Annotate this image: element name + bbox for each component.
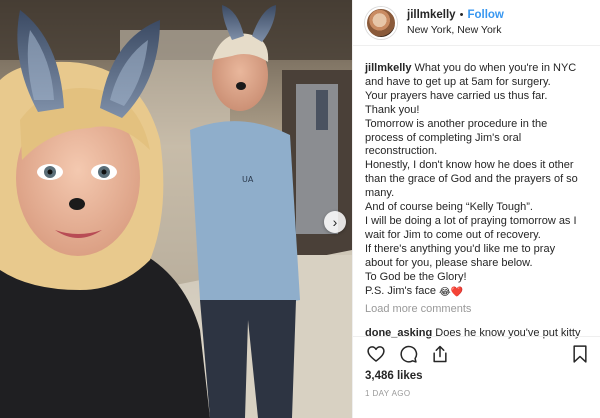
avatar[interactable] (365, 6, 397, 39)
laughing-emoji-icon: 😂 (439, 286, 451, 298)
comment-text: Does he know you've put kitty (432, 327, 581, 340)
post-photo[interactable]: UA › (0, 0, 352, 418)
location-link[interactable]: New York, New York (407, 23, 504, 37)
follow-button[interactable]: Follow (467, 8, 503, 24)
caption-line: And of course being “Kelly Tough”. (365, 201, 533, 214)
caption-line: process of completing Jim's oral (365, 131, 522, 144)
caption-line: reconstruction. (365, 145, 438, 158)
caption-line: I will be doing a lot of praying tomorro… (365, 214, 577, 227)
comment-item: done_asking Does he know you've put kitt… (365, 327, 591, 341)
caption-line: If there's anything you'd like me to pra… (365, 242, 556, 255)
post-sidebar: jillmkelly • Follow New York, New York j… (352, 0, 600, 418)
username-link[interactable]: jillmkelly (407, 8, 456, 24)
heart-icon[interactable] (365, 343, 387, 365)
caption-line: Your prayers have carried us thus far. (365, 89, 548, 102)
caption-line: wait for Jim to come out of recovery. (365, 228, 541, 241)
divider (353, 336, 600, 337)
post-timestamp[interactable]: 1 DAY AGO (365, 389, 411, 398)
caption-line: and have to get up at 5am for surgery. (365, 75, 551, 88)
caption-line: P.S. Jim's face (365, 284, 440, 297)
load-more-comments-button[interactable]: Load more comments (365, 303, 591, 317)
caption-line: Tomorrow is another procedure in the (365, 117, 548, 130)
sweater-logo: UA (242, 175, 254, 184)
caption-line: than the grace of God and the prayers of… (365, 173, 578, 186)
likes-count[interactable]: 3,486 likes (365, 370, 423, 382)
caption-area: jillmkelly What you do when you're in NY… (353, 62, 600, 341)
caption-line: Thank you! (365, 103, 420, 116)
caption-line: To God be the Glory! (365, 270, 467, 283)
caption-author[interactable]: jillmkelly (365, 62, 411, 74)
comment-icon[interactable] (397, 343, 419, 365)
red-heart-emoji-icon: ❤️ (450, 286, 464, 298)
share-icon[interactable] (429, 343, 451, 365)
selfie-scene: UA (0, 0, 352, 418)
next-photo-button[interactable]: › (324, 211, 346, 233)
caption-line: What you do when you're in NYC (411, 62, 577, 74)
caption-line: Honestly, I don't know how he does it ot… (365, 159, 574, 172)
bookmark-icon[interactable] (569, 343, 591, 365)
action-bar (365, 343, 591, 365)
header-text: jillmkelly • Follow New York, New York (407, 8, 504, 38)
caption-line: many. (365, 187, 395, 200)
separator-dot: • (459, 8, 464, 21)
comment-username[interactable]: done_asking (365, 327, 432, 339)
caption-line: about for you, please share below. (365, 256, 533, 269)
post-header: jillmkelly • Follow New York, New York (353, 0, 600, 46)
instagram-post: UA › jillmkelly • Follow New York, New Y… (0, 0, 600, 418)
